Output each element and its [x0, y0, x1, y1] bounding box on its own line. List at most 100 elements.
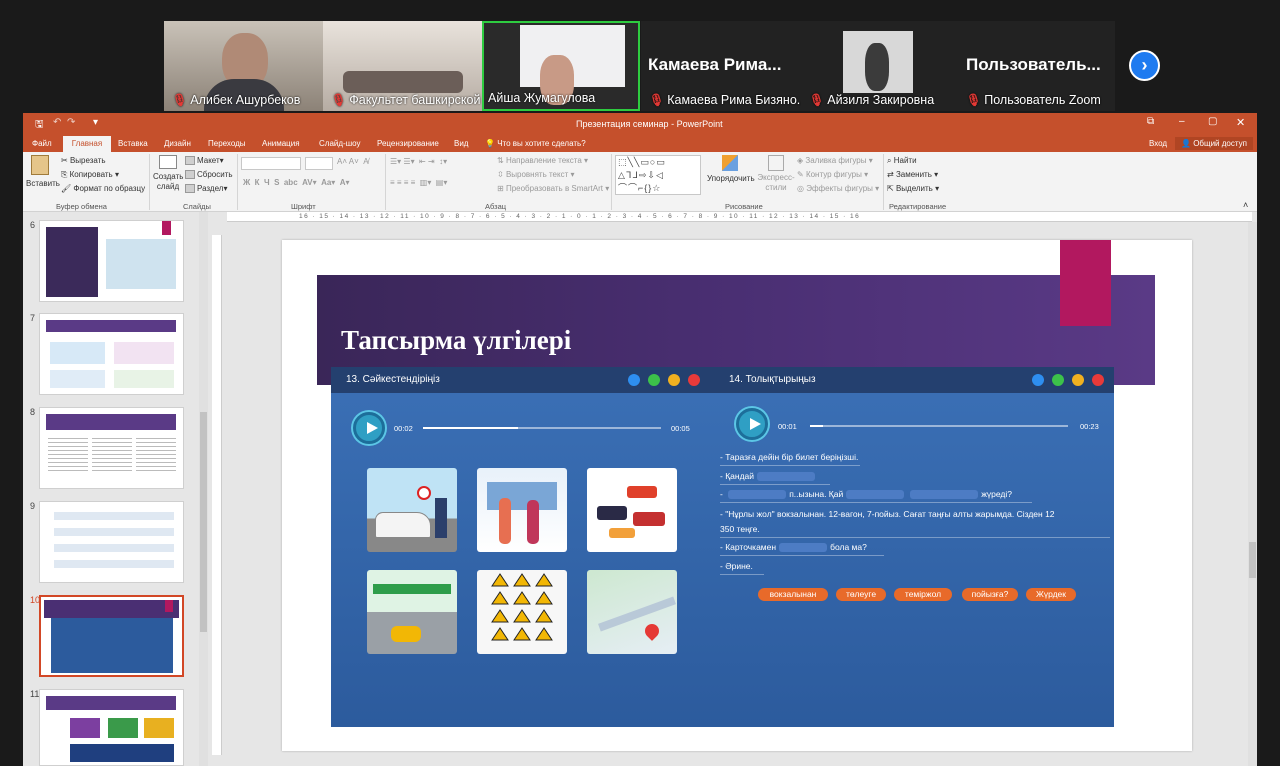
collapse-ribbon-icon[interactable]: ˄: [1243, 200, 1248, 210]
maximize-icon[interactable]: ▢: [1208, 116, 1217, 127]
answer-blank[interactable]: [728, 490, 787, 500]
quick-access-icon[interactable]: ▾: [93, 117, 98, 128]
reset-button[interactable]: Сбросить: [185, 170, 233, 180]
answer-blank[interactable]: [779, 543, 828, 553]
slide-thumbnail[interactable]: [39, 407, 184, 489]
warning-signs-image[interactable]: [477, 570, 567, 654]
matching-panel[interactable]: 13. Сәйкестендіріңіз 00:02 00:05: [331, 367, 714, 727]
replace-button[interactable]: ⇄ Заменить ▾: [887, 170, 938, 179]
align-buttons[interactable]: ≡ ≡ ≡ ≡ ▥▾ ▤▾: [390, 178, 447, 187]
skip-icon[interactable]: [1032, 374, 1044, 386]
text-direction-button[interactable]: ⇅ Направление текста ▾: [497, 156, 588, 165]
font-name-input[interactable]: [241, 157, 301, 170]
quick-styles-button[interactable]: Экспресс-стили: [757, 155, 795, 193]
shapes-gallery[interactable]: ⬚╲╲▭○▭ △ᒣᒧ⇨⇩◁ ⌒⌒⌐{}☆: [615, 155, 701, 195]
answer-chip[interactable]: төлеуге: [836, 588, 886, 601]
redo-icon[interactable]: ↷: [67, 117, 75, 128]
layout-button[interactable]: Макет▾: [185, 156, 224, 166]
shape-fill-button[interactable]: ◈ Заливка фигуры ▾: [797, 156, 873, 165]
participant-tile[interactable]: 🎙︎Факультет башкирской ф...: [323, 21, 482, 111]
tab-file[interactable]: Файл: [32, 139, 52, 148]
ribbon-display-icon[interactable]: ⧉: [1147, 116, 1154, 127]
editor-scrollbar[interactable]: [1248, 222, 1257, 766]
play-button[interactable]: [353, 412, 385, 444]
format-painter-button[interactable]: 🖌 Формат по образцу: [61, 184, 145, 193]
answer-chip[interactable]: теміржол: [894, 588, 952, 601]
tab-transitions[interactable]: Переходы: [208, 139, 246, 148]
slide-title[interactable]: Тапсырма үлгілері: [341, 325, 571, 356]
slide-thumbnail[interactable]: [39, 501, 184, 583]
paste-button[interactable]: Вставить: [26, 155, 60, 188]
tab-view[interactable]: Вид: [454, 139, 468, 148]
answer-blank[interactable]: [846, 490, 905, 500]
tab-design[interactable]: Дизайн: [164, 139, 191, 148]
font-size-buttons[interactable]: A˄ A˅ A̸: [337, 157, 369, 166]
tab-home[interactable]: Главная: [63, 136, 111, 152]
tab-slideshow[interactable]: Слайд-шоу: [319, 139, 360, 148]
answer-blank[interactable]: [757, 472, 815, 482]
new-slide-button[interactable]: Создать слайд: [153, 155, 183, 192]
align-text-button[interactable]: ⇳ Выровнять текст ▾: [497, 170, 575, 179]
save-icon[interactable]: 🖫: [35, 117, 44, 134]
participant-tile-active[interactable]: Айша Жумагулова: [482, 21, 640, 111]
yellow-dot-icon[interactable]: [1072, 374, 1084, 386]
shape-effects-button[interactable]: ◎ Эффекты фигуры ▾: [797, 184, 879, 193]
scrollbar-thumb[interactable]: [200, 412, 207, 632]
skip-icon[interactable]: [628, 374, 640, 386]
tab-review[interactable]: Рецензирование: [377, 139, 439, 148]
participant-tile[interactable]: Пользователь... 🎙︎ Пользователь Zoom: [958, 21, 1115, 111]
list-buttons[interactable]: ☰▾ ☰▾ ⇤ ⇥ ↕▾: [390, 157, 447, 166]
select-button[interactable]: ⇱ Выделить ▾: [887, 184, 939, 193]
close-dot-icon[interactable]: [688, 374, 700, 386]
slide-thumbnail[interactable]: [39, 689, 184, 766]
answer-chip[interactable]: пойызға?: [962, 588, 1018, 601]
tab-insert[interactable]: Вставка: [118, 139, 148, 148]
cut-button[interactable]: ✂ Вырезать: [61, 156, 106, 165]
slide-canvas[interactable]: Тапсырма үлгілері 13. Сәйкестендіріңіз 0…: [282, 240, 1192, 751]
travelers-image[interactable]: [477, 468, 567, 552]
font-format-buttons[interactable]: Ж К Ч S abc AV▾ Aa▾ A▾: [243, 178, 350, 187]
slide-thumbnail-selected[interactable]: [39, 595, 184, 677]
police-car-image[interactable]: [367, 468, 457, 552]
audio-progress-bar[interactable]: [423, 427, 661, 429]
vehicles-image[interactable]: [587, 468, 677, 552]
quick-styles-icon: [768, 155, 784, 171]
section-button[interactable]: Раздел▾: [185, 184, 227, 194]
font-size-input[interactable]: [305, 157, 333, 170]
answer-chip[interactable]: вокзалынан: [758, 588, 828, 601]
participant-tile[interactable]: 🎙︎ Алибек Ашурбеков: [164, 21, 323, 111]
audio-progress-bar[interactable]: [810, 425, 1068, 427]
minimize-icon[interactable]: –: [1179, 116, 1185, 127]
green-dot-icon[interactable]: [648, 374, 660, 386]
signin-link[interactable]: Вход: [1149, 139, 1167, 148]
fill-in-panel[interactable]: 14. Толықтырыңыз 00:01 00:23 - Таразға д…: [714, 367, 1114, 727]
map-navigation-image[interactable]: [587, 570, 677, 654]
thumbnail-scrollbar[interactable]: [199, 212, 208, 766]
close-icon[interactable]: ✕: [1236, 116, 1245, 129]
shape-outline-button[interactable]: ✎ Контур фигуры ▾: [797, 170, 868, 179]
play-button[interactable]: [736, 408, 768, 440]
share-button[interactable]: 👤 Общий доступ: [1175, 137, 1253, 150]
divider: [883, 154, 884, 210]
slide-thumbnail[interactable]: [39, 313, 184, 395]
chevron-right-icon[interactable]: ›: [1129, 50, 1160, 81]
answer-chip[interactable]: Жүрдек: [1026, 588, 1076, 601]
undo-icon[interactable]: ↶: [53, 117, 61, 128]
participant-tile[interactable]: Камаева Рима... 🎙︎ Камаева Рима Бизяно...: [641, 21, 801, 111]
green-dot-icon[interactable]: [1052, 374, 1064, 386]
tab-animations[interactable]: Анимация: [262, 139, 300, 148]
slide-thumbnail[interactable]: [39, 220, 184, 302]
copy-button[interactable]: ⎘ Копировать ▾: [61, 170, 119, 180]
find-button[interactable]: ⌕ Найти: [887, 156, 917, 166]
yellow-dot-icon[interactable]: [668, 374, 680, 386]
arrange-button[interactable]: Упорядочить: [707, 155, 755, 183]
answer-blank[interactable]: [910, 490, 979, 500]
tell-me-search[interactable]: 💡 Что вы хотите сделать?: [485, 139, 586, 148]
gas-station-image[interactable]: [367, 570, 457, 654]
scrollbar-thumb[interactable]: [1249, 542, 1256, 578]
participant-tile[interactable]: 🎙︎ Айзиля Закировна: [801, 21, 958, 111]
smartart-button[interactable]: ⊞ Преобразовать в SmartArt ▾: [497, 184, 609, 193]
participant-banner-name: Пользователь...: [966, 55, 1101, 74]
close-dot-icon[interactable]: [1092, 374, 1104, 386]
speed-sign-icon: [417, 486, 431, 500]
